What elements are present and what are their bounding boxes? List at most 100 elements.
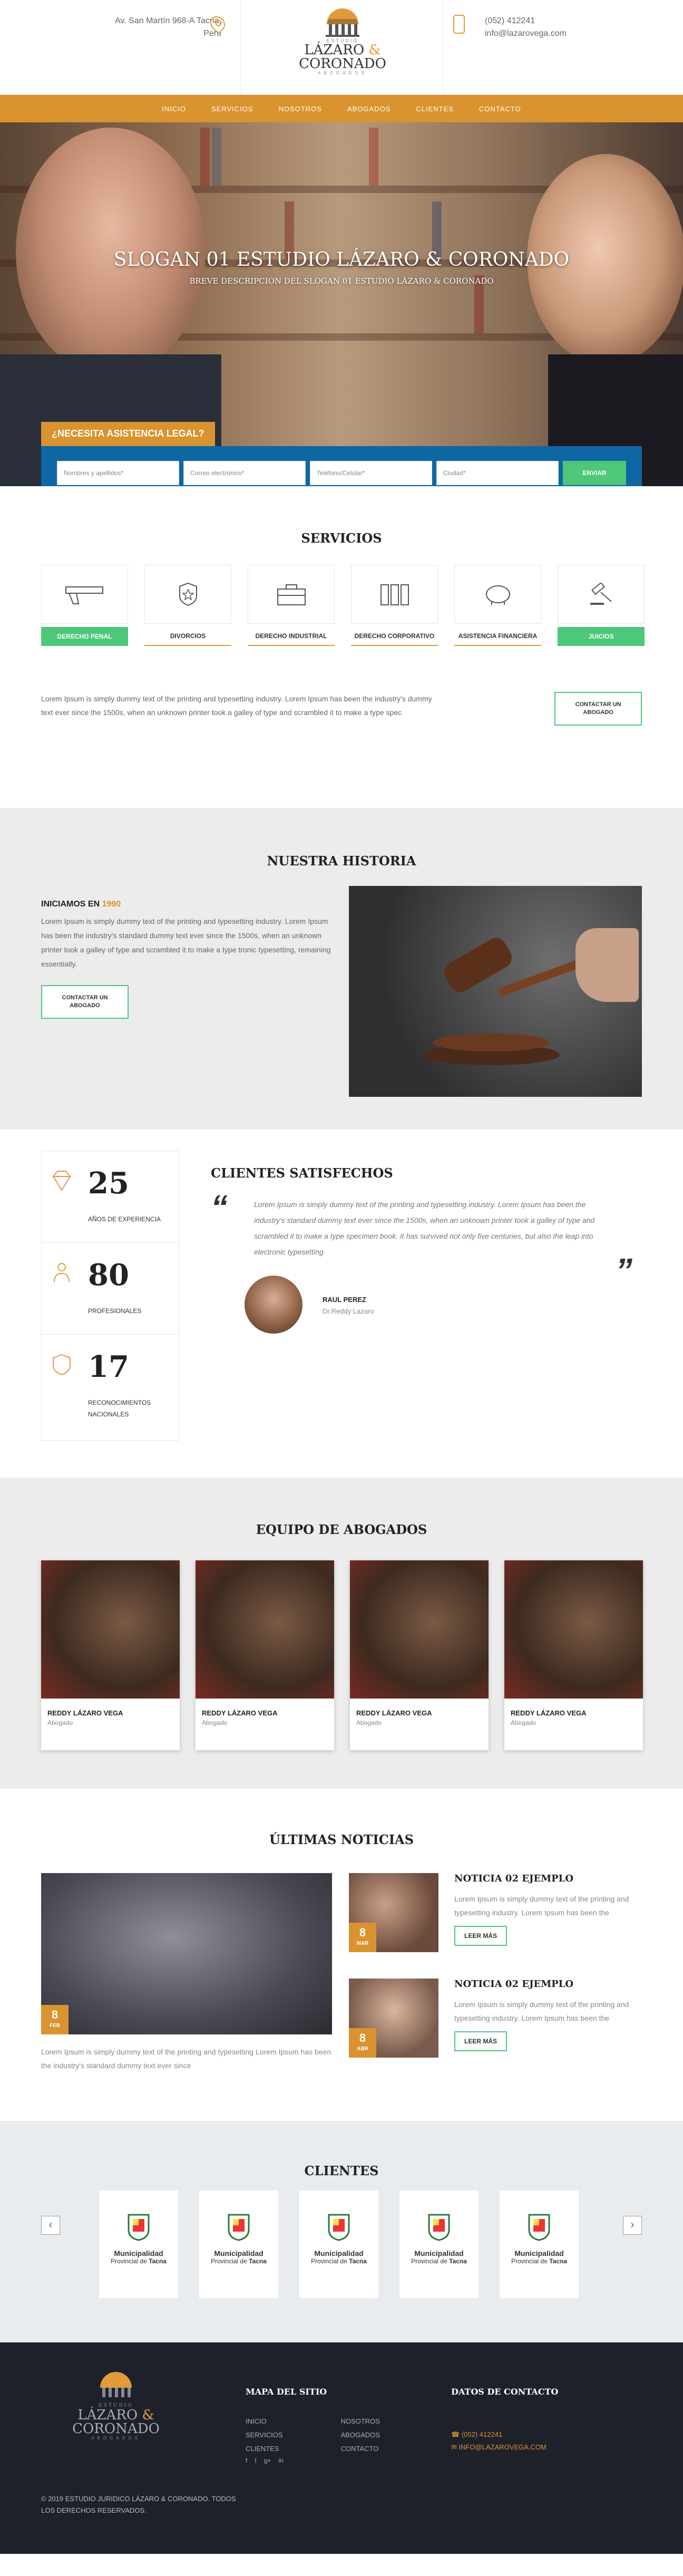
sitemap-title: MAPA DEL SITIO bbox=[246, 2387, 327, 2397]
news-item-title[interactable]: NOTICIA 02 EJEMPLO bbox=[454, 1873, 573, 1884]
main-news-image[interactable]: 8 FEB bbox=[41, 1873, 332, 2034]
send-button[interactable]: ENVIAR bbox=[563, 461, 626, 485]
read-more-button[interactable]: LEER MÁS bbox=[454, 1926, 507, 1946]
client-name-1: Municipalidad bbox=[514, 2249, 564, 2257]
lawyer-photo bbox=[350, 1560, 489, 1699]
twitter-icon[interactable]: t bbox=[255, 2457, 256, 2464]
footer-email-row: ✉ INFO@LAZAROVEGA.COM bbox=[451, 2441, 558, 2454]
history-section: NUESTRA HISTORIA INICIAMOS EN 1990 Lorem… bbox=[0, 808, 683, 1130]
footer-logo[interactable]: ESTUDIO LÁZARO & CORONADO ABOGADOS bbox=[63, 2369, 169, 2440]
lawyer-name: REDDY LÁZARO VEGA bbox=[511, 1709, 587, 1717]
phone-input[interactable]: Teléfono/Celular* bbox=[310, 461, 432, 485]
news-thumbnail[interactable]: 8 ABR bbox=[349, 1979, 438, 2058]
stat-caption: AÑOS DE EXPERIENCIA bbox=[88, 1215, 161, 1223]
quote-text: Lorem Ipsum is simply dummy text of the … bbox=[254, 1200, 595, 1256]
nav-contacto[interactable]: CONTACTO bbox=[466, 105, 534, 113]
footer-phone[interactable]: (052) 412241 bbox=[462, 2430, 502, 2438]
team-card[interactable]: REDDY LÁZARO VEGA Abogado bbox=[196, 1560, 334, 1750]
logo-name-2: CORONADO bbox=[299, 56, 386, 72]
footer-link-contacto[interactable]: CONTACTO bbox=[341, 2442, 380, 2456]
client-logo[interactable]: Municipalidad Provincial de Tacna bbox=[99, 2191, 178, 2298]
email-input[interactable]: Correo electrónico* bbox=[183, 461, 306, 485]
client-name-2b: Tacna bbox=[249, 2257, 267, 2265]
footer-logo-name-2: CORONADO bbox=[72, 2421, 160, 2437]
services-text: Lorem Ipsum is simply dummy text of the … bbox=[41, 694, 432, 717]
history-contact-button[interactable]: CONTACTAR UN ABOGADO bbox=[41, 985, 129, 1019]
facebook-icon[interactable]: f bbox=[246, 2457, 247, 2464]
services-title: SERVICIOS bbox=[301, 530, 382, 546]
news-item: 8 MAR NOTICIA 02 EJEMPLO Lorem Ipsum is … bbox=[349, 1873, 642, 1957]
date-badge: 8 MAR bbox=[349, 1923, 376, 1952]
nav-nosotros[interactable]: NOSOTROS bbox=[266, 105, 335, 113]
footer-link-clientes[interactable]: CLIENTES bbox=[246, 2442, 283, 2456]
footer-link-abogados[interactable]: ABOGADOS bbox=[341, 2428, 380, 2442]
service-divorcios[interactable]: DIVORCIOS bbox=[144, 565, 231, 646]
team-card[interactable]: REDDY LÁZARO VEGA Abogado bbox=[504, 1560, 643, 1750]
header-email[interactable]: info@lazarovega.com bbox=[485, 27, 567, 40]
news-thumbnail[interactable]: 8 MAR bbox=[349, 1873, 438, 1952]
next-arrow-icon[interactable]: › bbox=[623, 2216, 642, 2235]
nav-inicio[interactable]: INICIO bbox=[149, 105, 199, 113]
client-name-2b: Tacna bbox=[549, 2257, 567, 2265]
clients-section: CLIENTES ‹ Municipalidad Provincial de T… bbox=[0, 2121, 683, 2342]
team-card[interactable]: REDDY LÁZARO VEGA Abogado bbox=[41, 1560, 180, 1750]
client-logo[interactable]: Municipalidad Provincial de Tacna bbox=[199, 2191, 278, 2298]
team-list: REDDY LÁZARO VEGA Abogado REDDY LÁZARO V… bbox=[0, 1560, 683, 1750]
client-name-1: Municipalidad bbox=[314, 2249, 364, 2257]
social-links: f t g+ in bbox=[246, 2457, 380, 2464]
top-bar: Av. San Martín 968-A Tacna, Peru ESTUDIO… bbox=[0, 0, 683, 95]
service-derecho-penal[interactable]: DERECHO PENAL bbox=[41, 565, 128, 646]
city-input[interactable]: Ciudad* bbox=[436, 461, 559, 485]
book bbox=[369, 128, 378, 186]
client-name-2: Provincial de Tacna bbox=[299, 2257, 378, 2265]
team-card[interactable]: REDDY LÁZARO VEGA Abogado bbox=[350, 1560, 489, 1750]
contact-title: DATOS DE CONTACTO bbox=[451, 2387, 559, 2397]
linkedin-icon[interactable]: in bbox=[278, 2457, 283, 2464]
news-item-title[interactable]: NOTICIA 02 EJEMPLO bbox=[454, 1979, 573, 1990]
hand bbox=[575, 928, 639, 1002]
client-name-2b: Tacna bbox=[349, 2257, 367, 2265]
nav-clientes[interactable]: CLIENTES bbox=[403, 105, 466, 113]
news-title: ÚLTIMAS NOTICIAS bbox=[269, 1832, 414, 1847]
client-logo[interactable]: Municipalidad Provincial de Tacna bbox=[500, 2191, 579, 2298]
google-plus-icon[interactable]: g+ bbox=[264, 2457, 271, 2464]
contact-lawyer-button[interactable]: CONTACTAR UN ABOGADO bbox=[554, 692, 642, 726]
author-role: Dr.Reddy Lazaro bbox=[323, 1307, 374, 1315]
news-item-text: Lorem Ipsum is simply dummy text of the … bbox=[454, 1895, 629, 1917]
nav-abogados[interactable]: ABOGADOS bbox=[335, 105, 403, 113]
main-nav: INICIO SERVICIOS NOSOTROS ABOGADOS CLIEN… bbox=[0, 95, 683, 122]
history-subheading: INICIAMOS EN 1990 bbox=[41, 900, 331, 909]
testimonial: CLIENTES SATISFECHOS “ Lorem Ipsum is si… bbox=[211, 1165, 632, 1334]
stat-caption: PROFESIONALES bbox=[88, 1307, 142, 1315]
service-asistencia-financiera[interactable]: ASISTENCIA FINANCIERA bbox=[454, 565, 541, 646]
header-phone[interactable]: (052) 412241 bbox=[485, 15, 567, 27]
client-name-2a: Provincial de bbox=[211, 2257, 249, 2265]
contact-info: (052) 412241 info@lazarovega.com bbox=[485, 15, 567, 40]
client-name-2a: Provincial de bbox=[411, 2257, 450, 2265]
service-derecho-corporativo[interactable]: DERECHO CORPORATIVO bbox=[351, 565, 438, 646]
crest-icon bbox=[128, 2214, 150, 2241]
logo[interactable]: ESTUDIO LÁZARO & CORONADO ABOGADOS bbox=[295, 3, 390, 75]
prev-arrow-icon[interactable]: ‹ bbox=[41, 2216, 60, 2235]
footer-link-nosotros[interactable]: NOSOTROS bbox=[341, 2415, 380, 2428]
service-derecho-industrial[interactable]: DERECHO INDUSTRIAL bbox=[248, 565, 335, 646]
footer-link-servicios[interactable]: SERVICIOS bbox=[246, 2428, 283, 2442]
footer-link-inicio[interactable]: INICIO bbox=[246, 2415, 283, 2428]
client-logo[interactable]: Municipalidad Provincial de Tacna bbox=[299, 2191, 378, 2298]
diamond-icon bbox=[52, 1171, 71, 1191]
read-more-button[interactable]: LEER MÁS bbox=[454, 2031, 507, 2051]
date-day: 8 bbox=[359, 1926, 366, 1939]
name-input[interactable]: Nombres y apellidos* bbox=[57, 461, 179, 485]
stats-box: 25 AÑOS DE EXPERIENCIA 80 PROFESIONALES … bbox=[41, 1151, 179, 1441]
nav-servicios[interactable]: SERVICIOS bbox=[199, 105, 266, 113]
badge-icon bbox=[144, 565, 231, 624]
footer-email[interactable]: INFO@LAZAROVEGA.COM bbox=[459, 2443, 547, 2451]
service-label: DERECHO INDUSTRIAL bbox=[248, 627, 335, 646]
lawyer-name: REDDY LÁZARO VEGA bbox=[356, 1709, 432, 1717]
client-name-1: Municipalidad bbox=[114, 2249, 163, 2257]
lawyer-photo bbox=[504, 1560, 643, 1699]
date-day: 8 bbox=[51, 2008, 58, 2021]
service-juicios[interactable]: JUICIOS bbox=[558, 565, 645, 646]
client-logo[interactable]: Municipalidad Provincial de Tacna bbox=[399, 2191, 479, 2298]
lawyer-role: Abogado bbox=[511, 1719, 536, 1726]
